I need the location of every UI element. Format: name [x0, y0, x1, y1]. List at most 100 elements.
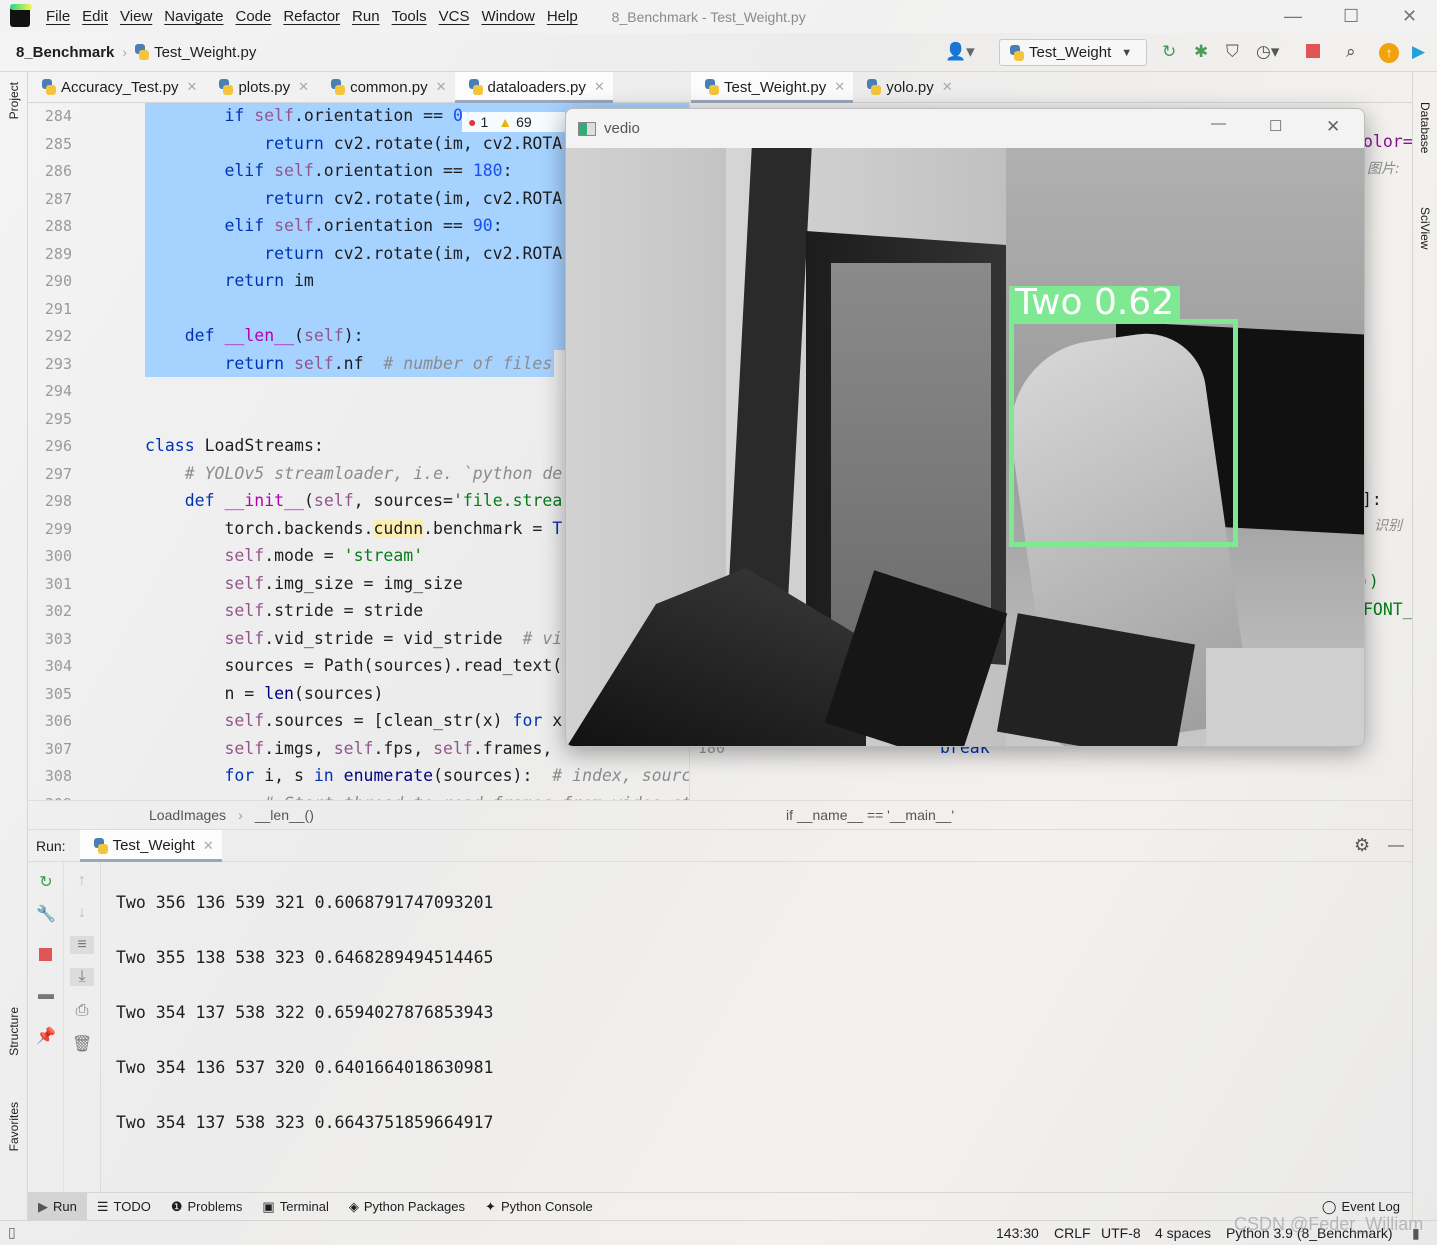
menu-window[interactable]: Window	[481, 8, 534, 25]
video-window[interactable]: vedio — ☐ ✕ Two 0.62	[565, 108, 1365, 747]
layout-icon[interactable]: ▬	[36, 986, 56, 1004]
code-fragment: FONT_	[1363, 600, 1412, 619]
tab-plots[interactable]: plots.py ✕	[205, 72, 317, 103]
code-fragment: olor=	[1363, 132, 1412, 151]
menu-help[interactable]: Help	[547, 8, 578, 25]
pin-icon[interactable]: 📌	[36, 1026, 56, 1046]
code-line: # Start thread to read frames from video…	[264, 790, 689, 801]
tab-accuracy-test[interactable]: Accuracy_Test.py ✕	[28, 72, 205, 103]
tool-tab-python-packages[interactable]: ◈ Python Packages	[339, 1193, 475, 1221]
jetbrains-toolbox-icon[interactable]: ▶	[1412, 42, 1425, 62]
line-number: 303	[44, 629, 72, 648]
tab-label: dataloaders.py	[487, 78, 586, 96]
list-icon: ☰	[96, 1198, 109, 1214]
tool-tab-terminal[interactable]: ▣ Terminal	[252, 1193, 338, 1221]
rerun-icon[interactable]: ↻	[36, 872, 56, 892]
debug-bug-icon[interactable]: ✱	[1194, 42, 1208, 62]
close-tab-icon[interactable]: ✕	[187, 79, 198, 95]
menu-refactor[interactable]: Refactor	[283, 8, 340, 25]
close-tab-icon[interactable]: ✕	[298, 79, 309, 95]
tab-yolo[interactable]: yolo.py ✕	[853, 72, 960, 103]
menu-navigate[interactable]: Navigate	[164, 8, 223, 25]
close-button[interactable]: ✕	[1402, 6, 1417, 27]
video-minimize-button[interactable]: —	[1211, 115, 1226, 132]
breadcrumb-block[interactable]: if __name__ == '__main__'	[786, 807, 954, 823]
scroll-to-end-icon[interactable]: ⤓	[70, 968, 94, 986]
code-token: self	[433, 738, 473, 758]
menu-tools[interactable]: Tools	[392, 8, 427, 25]
minimize-button[interactable]: —	[1284, 6, 1302, 27]
line-number: 297	[44, 464, 72, 483]
python-icon	[1010, 44, 1024, 61]
tab-common[interactable]: common.py ✕	[317, 72, 454, 103]
tool-sciview[interactable]: SciView	[1418, 207, 1432, 249]
toggle-tool-windows-icon[interactable]: ▯	[8, 1224, 16, 1241]
close-tab-icon[interactable]: ✕	[436, 79, 447, 95]
trash-icon[interactable]: 🗑	[72, 1034, 92, 1054]
tab-test-weight[interactable]: Test_Weight.py ✕	[691, 71, 854, 103]
arrow-down-icon[interactable]: ↓	[72, 904, 92, 922]
run-configuration-select[interactable]: Test_Weight ▼	[999, 39, 1147, 66]
tool-project[interactable]: Project	[7, 82, 21, 119]
tool-favorites[interactable]: Favorites	[7, 1102, 21, 1151]
print-icon[interactable]: ⎙	[72, 1002, 92, 1020]
code-line: # YOLOv5 streamloader, i.e. `python de	[185, 460, 563, 488]
wrench-icon[interactable]: 🔧	[36, 904, 56, 924]
tab-label: TODO	[113, 1199, 151, 1214]
output-line: Two 354 137 538 323 0.6643751859664917	[116, 1113, 494, 1132]
breadcrumb-project[interactable]: 8_Benchmark	[16, 44, 114, 61]
tool-database[interactable]: Database	[1418, 102, 1432, 153]
profile-icon[interactable]: ◷▾	[1256, 42, 1279, 62]
tool-tab-problems[interactable]: ❶ Problems	[161, 1193, 253, 1221]
close-tab-icon[interactable]: ✕	[942, 79, 953, 95]
line-number: 308	[44, 767, 72, 785]
hide-panel-icon[interactable]: —	[1388, 837, 1404, 855]
soft-wrap-icon[interactable]: ≡	[70, 936, 94, 954]
maximize-button[interactable]: ☐	[1343, 6, 1359, 27]
line-number: 290	[44, 272, 72, 290]
menu-code[interactable]: Code	[235, 8, 271, 25]
tab-label: common.py	[350, 78, 428, 96]
breadcrumb-function[interactable]: __len__()	[255, 807, 314, 823]
update-icon[interactable]: ↑	[1379, 43, 1399, 63]
tool-tab-python-console[interactable]: ✦ Python Console	[475, 1193, 603, 1221]
file-encoding[interactable]: UTF-8	[1101, 1225, 1141, 1241]
code-token: cudnn	[373, 518, 424, 538]
close-tab-icon[interactable]: ✕	[203, 838, 214, 854]
arrow-up-icon[interactable]: ↑	[72, 872, 92, 890]
tab-dataloaders[interactable]: dataloaders.py ✕	[454, 71, 614, 103]
code-token: (	[303, 491, 314, 510]
menu-vcs[interactable]: VCS	[439, 8, 470, 25]
gear-icon[interactable]: ⚙	[1354, 835, 1370, 856]
video-title-bar[interactable]: vedio — ☐ ✕	[566, 109, 1364, 148]
tool-tab-todo[interactable]: ☰ TODO	[87, 1193, 161, 1221]
tool-structure[interactable]: Structure	[7, 1007, 21, 1056]
run-tab-test-weight[interactable]: Test_Weight ✕	[79, 829, 222, 862]
run-with-coverage-icon[interactable]: ⛉	[1226, 42, 1239, 62]
code-token: self	[224, 601, 265, 620]
warning-count: 69	[516, 114, 532, 130]
close-tab-icon[interactable]: ✕	[594, 79, 605, 95]
code-token: sources = Path(sources).read_text(	[224, 656, 563, 675]
tool-tab-run[interactable]: ▶ Run	[28, 1192, 87, 1221]
video-maximize-button[interactable]: ☐	[1269, 117, 1282, 135]
line-separator[interactable]: CRLF	[1054, 1225, 1091, 1241]
menu-view[interactable]: View	[120, 8, 152, 25]
rerun-icon[interactable]: ↻	[1162, 42, 1176, 62]
indent-setting[interactable]: 4 spaces	[1155, 1225, 1211, 1241]
menu-file[interactable]: File	[46, 8, 70, 25]
user-icon[interactable]: 👤▾	[945, 42, 975, 62]
menu-run[interactable]: Run	[352, 8, 380, 25]
search-icon[interactable]: ⌕	[1346, 42, 1356, 62]
stop-icon[interactable]	[39, 948, 52, 961]
line-number: 298	[44, 492, 72, 510]
caret-position[interactable]: 143:30	[996, 1225, 1039, 1241]
close-tab-icon[interactable]: ✕	[834, 79, 845, 95]
video-close-button[interactable]: ✕	[1326, 117, 1340, 137]
breadcrumb-file[interactable]: Test_Weight.py	[154, 44, 256, 61]
inspection-widget[interactable]: ● 1 ▲ 69	[462, 112, 565, 132]
breadcrumb-class[interactable]: LoadImages	[149, 807, 226, 823]
menu-edit[interactable]: Edit	[82, 8, 108, 25]
stop-icon[interactable]	[1306, 44, 1320, 58]
code-line: self.vid_stride = vid_stride # vi	[224, 625, 562, 653]
